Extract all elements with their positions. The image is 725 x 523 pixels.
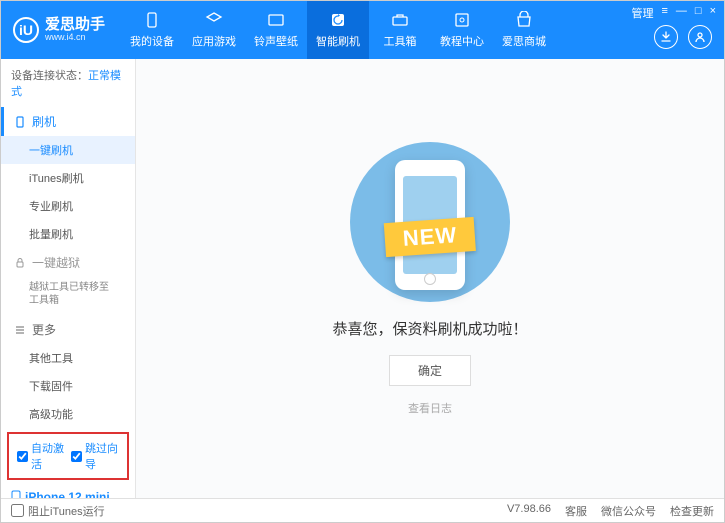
- app-header: iU 爱思助手 www.i4.cn 我的设备应用游戏铃声壁纸智能刷机工具箱教程中…: [1, 1, 724, 59]
- titlebar-controls: 管理 ≡ — □ ×: [631, 5, 716, 21]
- maximize-icon[interactable]: □: [695, 5, 702, 21]
- section-flash[interactable]: 刷机: [1, 107, 135, 136]
- toolbox-icon: [391, 11, 409, 29]
- support-link[interactable]: 客服: [565, 503, 587, 519]
- skip-guide-checkbox[interactable]: 跳过向导: [71, 440, 119, 472]
- sidebar-item-more-1[interactable]: 下载固件: [1, 372, 135, 400]
- block-itunes-checkbox[interactable]: 阻止iTunes运行: [11, 503, 105, 519]
- nav-phone[interactable]: 我的设备: [121, 1, 183, 59]
- app-url: www.i4.cn: [45, 33, 105, 43]
- nav-toolbox[interactable]: 工具箱: [369, 1, 431, 59]
- nav-store[interactable]: 爱思商城: [493, 1, 555, 59]
- nav-apps[interactable]: 应用游戏: [183, 1, 245, 59]
- logo-icon: iU: [13, 17, 39, 43]
- nav-book[interactable]: 教程中心: [431, 1, 493, 59]
- book-icon: [453, 11, 471, 29]
- logo: iU 爱思助手 www.i4.cn: [13, 17, 105, 43]
- sidebar-item-more-0[interactable]: 其他工具: [1, 344, 135, 372]
- wechat-link[interactable]: 微信公众号: [601, 503, 656, 519]
- menu-icon[interactable]: ≡: [661, 5, 667, 21]
- store-icon: [515, 11, 533, 29]
- main-content: NEW 恭喜您，保资料刷机成功啦！ 确定 查看日志: [136, 59, 724, 498]
- refresh-icon: [329, 11, 347, 29]
- user-button[interactable]: [688, 25, 712, 49]
- minimize-icon[interactable]: —: [676, 5, 687, 21]
- connection-status: 设备连接状态：正常模式: [1, 59, 135, 107]
- sidebar-item-flash-0[interactable]: 一键刷机: [1, 136, 135, 164]
- close-icon[interactable]: ×: [710, 5, 716, 21]
- lock-icon: [14, 257, 26, 269]
- sidebar-item-flash-3[interactable]: 批量刷机: [1, 220, 135, 248]
- jailbreak-note: 越狱工具已转移至 工具箱: [1, 277, 135, 315]
- auto-activate-checkbox[interactable]: 自动激活: [17, 440, 65, 472]
- app-title: 爱思助手: [45, 17, 105, 34]
- section-jailbreak[interactable]: 一键越狱: [1, 248, 135, 277]
- apps-icon: [205, 11, 223, 29]
- sidebar-item-flash-1[interactable]: iTunes刷机: [1, 164, 135, 192]
- success-illustration: NEW: [350, 142, 510, 302]
- sidebar-item-more-2[interactable]: 高级功能: [1, 400, 135, 428]
- settings-link[interactable]: 管理: [631, 5, 653, 21]
- nav-refresh[interactable]: 智能刷机: [307, 1, 369, 59]
- device-info[interactable]: iPhone 12 mini 64GB Down-12mini-13,1: [1, 484, 135, 498]
- success-message: 恭喜您，保资料刷机成功啦！: [332, 318, 527, 339]
- sidebar-item-flash-2[interactable]: 专业刷机: [1, 192, 135, 220]
- new-ribbon: NEW: [384, 216, 476, 256]
- section-more[interactable]: 更多: [1, 315, 135, 344]
- view-log-link[interactable]: 查看日志: [408, 400, 452, 416]
- nav-folder[interactable]: 铃声壁纸: [245, 1, 307, 59]
- phone-icon: [14, 116, 26, 128]
- phone-icon: [143, 11, 161, 29]
- folder-icon: [267, 11, 285, 29]
- ok-button[interactable]: 确定: [389, 355, 471, 386]
- update-link[interactable]: 检查更新: [670, 503, 714, 519]
- sidebar: 设备连接状态：正常模式 刷机 一键刷机iTunes刷机专业刷机批量刷机 一键越狱…: [1, 59, 136, 498]
- download-button[interactable]: [654, 25, 678, 49]
- menu-icon: [14, 324, 26, 336]
- version-label: V7.98.66: [507, 503, 551, 519]
- checkbox-options: 自动激活 跳过向导: [7, 432, 129, 480]
- device-icon: [11, 490, 21, 498]
- status-bar: 阻止iTunes运行 V7.98.66 客服 微信公众号 检查更新: [1, 498, 724, 522]
- top-nav: 我的设备应用游戏铃声壁纸智能刷机工具箱教程中心爱思商城: [121, 1, 555, 59]
